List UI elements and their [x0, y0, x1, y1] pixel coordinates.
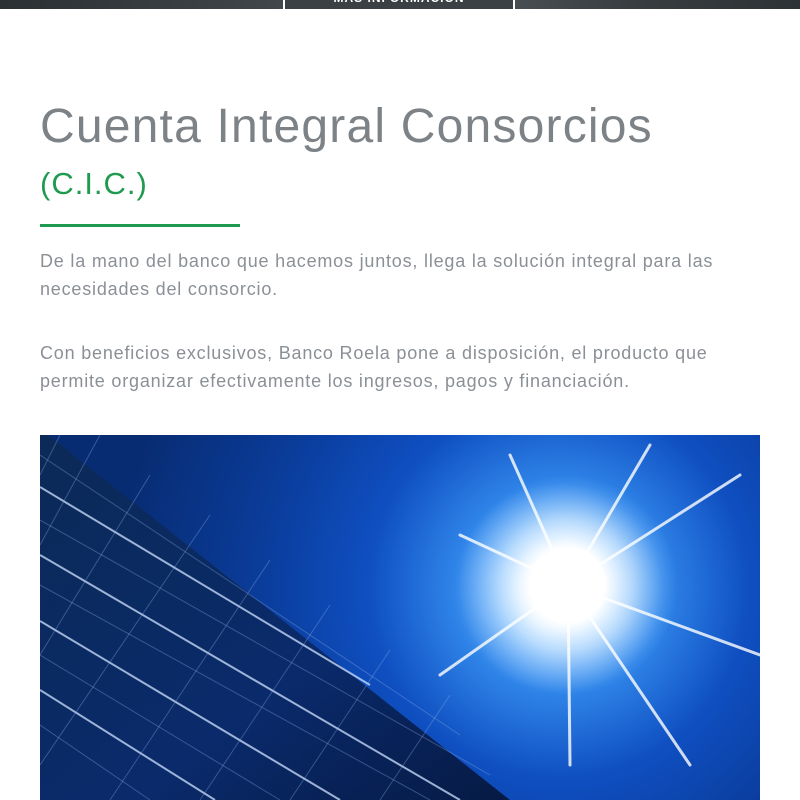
solar-panel	[40, 435, 510, 800]
benefits-paragraph: Con beneficios exclusivos, Banco Roela p…	[40, 343, 708, 391]
top-banner: MÁS INFORMACIÓN	[0, 0, 800, 9]
intro-paragraph: De la mano del banco que hacemos juntos,…	[40, 251, 714, 299]
more-info-button[interactable]: MÁS INFORMACIÓN	[283, 0, 515, 9]
solar-panel-illustration	[40, 435, 760, 800]
hero-image	[40, 435, 760, 800]
page-title: Cuenta Integral Consorcios	[40, 100, 653, 153]
page-subtitle: (C.I.C.)	[40, 166, 148, 201]
main-content: Cuenta Integral Consorcios (C.I.C.) De l…	[40, 96, 760, 395]
accent-divider	[40, 224, 240, 227]
